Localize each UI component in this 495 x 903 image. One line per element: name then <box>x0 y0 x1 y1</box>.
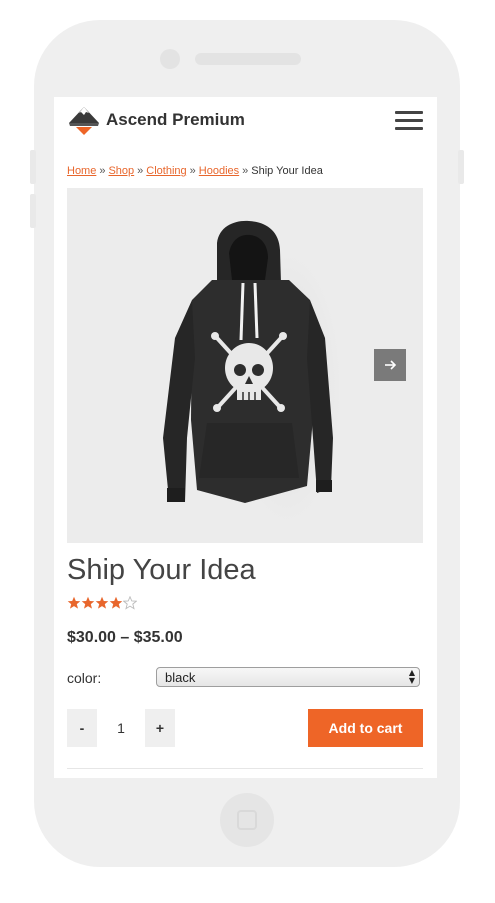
star-rating <box>67 596 137 610</box>
breadcrumb-clothing[interactable]: Clothing <box>146 165 186 177</box>
color-select-value: black <box>165 670 196 685</box>
site-brand[interactable]: Ascend Premium <box>106 110 245 130</box>
speaker-grille <box>195 53 301 65</box>
star-filled-icon <box>95 596 109 609</box>
breadcrumb-home[interactable]: Home <box>67 165 96 177</box>
qty-plus-button[interactable]: + <box>145 709 175 747</box>
menu-line <box>395 127 423 130</box>
divider <box>67 768 423 769</box>
add-to-cart-button[interactable]: Add to cart <box>308 709 423 747</box>
breadcrumb-separator: » <box>99 165 106 177</box>
volume-down-button <box>30 194 36 228</box>
hamburger-menu-icon[interactable] <box>395 111 423 133</box>
breadcrumb-separator: » <box>242 165 249 177</box>
phone-screen: Ascend Premium Home» Shop» Clothing» Hoodie… <box>54 97 437 778</box>
breadcrumb: Home» Shop» Clothing» Hoodies» Ship Your Ide… <box>67 165 323 177</box>
front-camera <box>160 49 180 69</box>
home-button <box>220 793 274 847</box>
star-empty-icon <box>123 596 137 610</box>
star-filled-icon <box>81 596 95 609</box>
mountain-logo-icon[interactable] <box>68 106 100 136</box>
menu-line <box>395 119 423 122</box>
volume-up-button <box>30 150 36 184</box>
breadcrumb-current: Ship Your Idea <box>251 165 323 177</box>
breadcrumb-separator: » <box>189 165 196 177</box>
quantity-input[interactable]: 1 <box>97 709 145 747</box>
color-select[interactable]: black ▲ ▼ <box>156 667 420 687</box>
power-button <box>458 150 464 184</box>
product-image-gallery[interactable] <box>67 188 423 543</box>
star-filled-icon <box>67 596 81 609</box>
product-price: $30.00 – $35.00 <box>67 629 183 646</box>
quantity-stepper: - 1 + <box>67 709 175 747</box>
star-filled-icon <box>109 596 123 609</box>
breadcrumb-hoodies[interactable]: Hoodies <box>199 165 239 177</box>
product-title: Ship Your Idea <box>67 554 256 586</box>
breadcrumb-separator: » <box>137 165 144 177</box>
arrow-right-icon <box>385 360 397 370</box>
menu-line <box>395 111 423 114</box>
qty-minus-button[interactable]: - <box>67 709 97 747</box>
hoodie-product-image <box>163 220 347 538</box>
next-image-button[interactable] <box>374 349 406 381</box>
breadcrumb-shop[interactable]: Shop <box>108 165 134 177</box>
select-arrows-icon: ▲ ▼ <box>408 668 415 685</box>
color-label: color: <box>67 670 102 686</box>
